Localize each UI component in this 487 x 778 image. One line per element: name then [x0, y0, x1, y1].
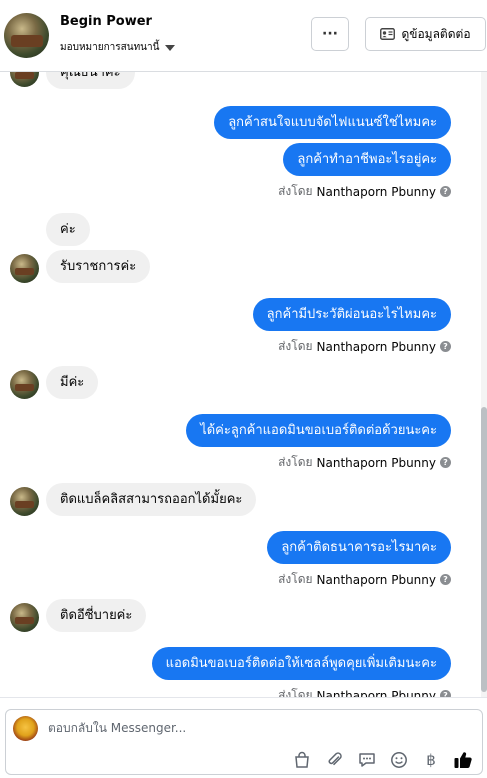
message-incoming[interactable]: ติดแบล็คลิสสามารถออกได้มั้ยคะ [46, 483, 257, 516]
composer-box[interactable]: ฿ [5, 709, 483, 775]
conversation-header: Begin Power มอบหมายการสนทนานี้ ··· ดูข้อ… [0, 0, 487, 72]
info-icon[interactable]: ? [440, 341, 451, 352]
emoji-icon[interactable] [388, 749, 410, 771]
info-icon[interactable]: ? [440, 186, 451, 197]
shopping-bag-icon[interactable] [291, 749, 313, 771]
customer-avatar [10, 72, 39, 87]
message-outgoing[interactable]: แอดมินขอเบอร์ติดต่อให้เซลล์พูดคุยเพิ่มเต… [151, 647, 451, 680]
info-icon[interactable]: ? [440, 690, 451, 697]
message-incoming[interactable]: มีค่ะ [46, 366, 99, 399]
contact-card-icon [380, 28, 396, 40]
sender-name[interactable]: Nanthaporn Pbunny [317, 185, 436, 199]
sent-by-prefix: ส่งโดย [278, 688, 313, 697]
page-avatar-small [13, 716, 38, 741]
customer-avatar [10, 254, 39, 283]
message-incoming[interactable]: รับราชการค่ะ [46, 250, 151, 283]
message-outgoing[interactable]: ได้ค่ะลูกค้าแอดมินขอเบอร์ติดต่อด้วยนะคะ [186, 414, 451, 447]
customer-avatar [10, 487, 39, 516]
scrollbar-thumb[interactable] [481, 407, 487, 692]
sent-by-prefix: ส่งโดย [278, 184, 313, 198]
page-avatar[interactable] [4, 13, 49, 58]
chat-bubble-icon[interactable] [356, 749, 378, 771]
sent-by-prefix: ส่งโดย [278, 339, 313, 353]
more-icon: ··· [322, 26, 338, 42]
scrollbar-track[interactable] [481, 72, 487, 697]
sender-name[interactable]: Nanthaporn Pbunny [317, 340, 436, 354]
reply-input[interactable] [48, 716, 428, 740]
sent-by-prefix: ส่งโดย [278, 572, 313, 586]
info-icon[interactable]: ? [440, 574, 451, 585]
baht-icon[interactable]: ฿ [420, 749, 442, 771]
message-incoming[interactable]: ค่ะ [46, 213, 90, 246]
sent-by-label: ส่งโดย Nanthaporn Pbunny ? [278, 182, 451, 201]
message-thread[interactable]: คุณธนาคะ ลูกค้าสนใจแบบจัดไฟแนนซ์ใช่ไหมคะ… [0, 72, 487, 697]
sender-name[interactable]: Nanthaporn Pbunny [317, 689, 436, 698]
sender-name[interactable]: Nanthaporn Pbunny [317, 456, 436, 470]
message-outgoing[interactable]: ลูกค้าสนใจแบบจัดไฟแนนซ์ใช่ไหมคะ [214, 106, 451, 139]
message-outgoing[interactable]: ลูกค้าทำอาชีพอะไรอยู่คะ [283, 143, 451, 176]
info-icon[interactable]: ? [440, 457, 451, 468]
sent-by-label: ส่งโดย Nanthaporn Pbunny ? [278, 337, 451, 356]
composer-area: ฿ [0, 697, 487, 778]
sent-by-prefix: ส่งโดย [278, 455, 313, 469]
customer-avatar [10, 603, 39, 632]
thumbs-up-icon[interactable] [452, 749, 474, 771]
page-name[interactable]: Begin Power [60, 14, 152, 29]
sent-by-label: ส่งโดย Nanthaporn Pbunny ? [278, 570, 451, 589]
message-outgoing[interactable]: ลูกค้าติดธนาคารอะไรมาคะ [267, 531, 451, 564]
view-contact-label: ดูข้อมูลติดต่อ [401, 26, 471, 41]
view-contact-button[interactable]: ดูข้อมูลติดต่อ [365, 17, 486, 51]
assign-conversation-dropdown[interactable]: มอบหมายการสนทนานี้ [60, 40, 176, 55]
sent-by-label: ส่งโดย Nanthaporn Pbunny ? [278, 686, 451, 697]
assign-label: มอบหมายการสนทนานี้ [60, 42, 160, 53]
sender-name[interactable]: Nanthaporn Pbunny [317, 573, 436, 587]
message-outgoing[interactable]: ลูกค้ามีประวัติผ่อนอะไรไหมคะ [252, 298, 451, 331]
message-incoming[interactable]: คุณธนาคะ [46, 72, 135, 89]
customer-avatar [10, 370, 39, 399]
paperclip-icon[interactable] [324, 749, 346, 771]
caret-down-icon [165, 44, 176, 51]
message-incoming[interactable]: ติดอีซี่บายค่ะ [46, 599, 147, 632]
sent-by-label: ส่งโดย Nanthaporn Pbunny ? [278, 453, 451, 472]
more-options-button[interactable]: ··· [311, 17, 349, 51]
